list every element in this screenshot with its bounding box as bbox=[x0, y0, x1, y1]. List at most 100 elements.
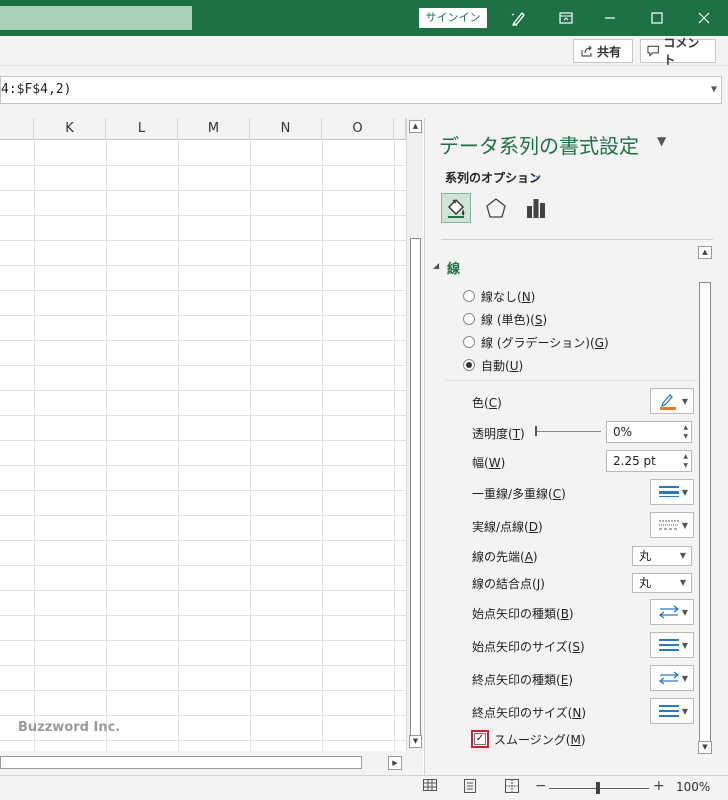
radio-gradient-line[interactable]: 線 (グラデーション)(G) bbox=[463, 333, 609, 351]
spin-arrows-icon[interactable]: ▲ ▼ bbox=[683, 423, 688, 441]
row-gridline bbox=[0, 640, 406, 641]
share-icon bbox=[581, 45, 592, 57]
pane-divider bbox=[441, 239, 713, 240]
fill-line-tab[interactable] bbox=[441, 193, 471, 223]
end-arrow-type-dropdown[interactable]: ▼ bbox=[650, 665, 694, 691]
page-layout-icon[interactable] bbox=[460, 779, 480, 797]
smoothing-checkbox[interactable]: ✓ bbox=[474, 733, 486, 745]
row-gridline bbox=[0, 740, 406, 741]
effects-tab[interactable] bbox=[481, 193, 511, 223]
scroll-up-icon[interactable]: ▲ bbox=[698, 246, 712, 259]
title-search-box[interactable] bbox=[0, 6, 192, 30]
column-header-m[interactable]: M bbox=[178, 118, 250, 140]
row-gridline bbox=[0, 190, 406, 191]
bar-chart-icon bbox=[527, 199, 545, 218]
line-color-picker[interactable]: ▼ bbox=[650, 388, 694, 414]
end-arrow-size-dropdown[interactable]: ▼ bbox=[650, 698, 694, 724]
transparency-input[interactable]: 0% ▲ ▼ bbox=[606, 421, 692, 443]
ribbon-display-icon[interactable] bbox=[546, 0, 586, 36]
column-header-n[interactable]: N bbox=[250, 118, 322, 140]
formula-input[interactable]: 4:$F$4,2) ▼ bbox=[0, 76, 722, 104]
share-button[interactable]: 共有 bbox=[573, 39, 633, 63]
maximize-icon[interactable] bbox=[637, 0, 677, 36]
series-options-dropdown[interactable]: 系列のオプション bbox=[445, 169, 541, 186]
pane-vertical-scrollbar[interactable]: ▲ ▼ bbox=[697, 246, 713, 756]
pane-title: データ系列の書式設定 bbox=[439, 134, 639, 158]
transparency-slider-track[interactable] bbox=[535, 431, 601, 432]
cap-type-select[interactable]: 丸 ▼ bbox=[632, 546, 692, 566]
column-header-l[interactable]: L bbox=[106, 118, 178, 140]
radio-button[interactable] bbox=[463, 336, 475, 348]
row-gridline bbox=[0, 315, 406, 316]
join-type-select[interactable]: 丸 ▼ bbox=[632, 573, 692, 593]
collapse-triangle-icon[interactable]: ◢ bbox=[433, 261, 439, 270]
row-gridline bbox=[0, 715, 406, 716]
format-data-series-pane: データ系列の書式設定 ▼ 系列のオプション ⌄ ◢ 線 線なし(N) 線 (単色… bbox=[424, 118, 728, 775]
radio-button[interactable] bbox=[463, 290, 475, 302]
radio-solid-line[interactable]: 線 (単色)(S) bbox=[463, 310, 547, 328]
begin-arrow-type-dropdown[interactable]: ▼ bbox=[650, 599, 694, 625]
pane-scroll-thumb[interactable] bbox=[699, 282, 711, 748]
arrow-type-icon bbox=[659, 671, 679, 685]
row-gridline bbox=[0, 690, 406, 691]
compound-type-dropdown[interactable]: ▼ bbox=[650, 479, 694, 505]
signin-button[interactable]: サインイン bbox=[419, 8, 487, 28]
zoom-slider-handle[interactable] bbox=[596, 782, 600, 794]
row-gridline bbox=[0, 490, 406, 491]
radio-automatic[interactable]: 自動(U) bbox=[463, 356, 523, 374]
column-header-partial-right[interactable] bbox=[394, 118, 406, 140]
begin-arrow-type-label: 始点矢印の種類(B) bbox=[472, 607, 574, 621]
zoom-out-button[interactable]: − bbox=[535, 778, 547, 794]
expand-formula-icon[interactable]: ▼ bbox=[711, 77, 717, 103]
begin-arrow-size-dropdown[interactable]: ▼ bbox=[650, 632, 694, 658]
pane-options-chevron-icon[interactable]: ▼ bbox=[657, 134, 666, 148]
scroll-up-icon[interactable]: ▲ bbox=[409, 120, 422, 133]
zoom-in-button[interactable]: + bbox=[653, 778, 665, 794]
ribbon-command-row: 共有 コメント bbox=[0, 36, 728, 67]
caret-down-icon: ▼ bbox=[681, 607, 688, 617]
row-gridline bbox=[0, 290, 406, 291]
pen-icon[interactable] bbox=[499, 0, 539, 36]
grid-vertical-scrollbar[interactable]: ▲ ▼ bbox=[406, 118, 423, 751]
series-options-tab[interactable] bbox=[521, 193, 551, 223]
radio-button-selected[interactable] bbox=[463, 359, 475, 371]
radio-button[interactable] bbox=[463, 313, 475, 325]
caret-down-icon: ▼ bbox=[681, 520, 688, 530]
normal-view-icon[interactable] bbox=[420, 779, 440, 797]
scroll-right-icon[interactable]: ▶ bbox=[388, 756, 402, 770]
row-gridline bbox=[0, 665, 406, 666]
line-section-title[interactable]: 線 bbox=[447, 258, 460, 277]
pentagon-icon bbox=[486, 198, 506, 218]
column-gridline bbox=[394, 140, 395, 751]
radio-label: 線なし(N) bbox=[481, 289, 536, 304]
scroll-thumb[interactable] bbox=[410, 238, 421, 738]
column-header-o[interactable]: O bbox=[322, 118, 394, 140]
row-gridline bbox=[0, 440, 406, 441]
transparency-slider-handle[interactable] bbox=[535, 426, 537, 436]
zoom-level[interactable]: 100% bbox=[676, 780, 710, 794]
dash-type-dropdown[interactable]: ▼ bbox=[650, 512, 694, 538]
column-header-partial[interactable] bbox=[0, 118, 34, 140]
scroll-down-icon[interactable]: ▼ bbox=[409, 735, 422, 748]
spin-arrows-icon[interactable]: ▲ ▼ bbox=[683, 452, 688, 470]
chevron-down-icon[interactable]: ⌄ bbox=[533, 168, 542, 181]
column-gridline bbox=[322, 140, 323, 751]
worksheet-grid[interactable]: K L M N O Buzzword Inc. bbox=[0, 118, 406, 751]
comment-button[interactable]: コメント bbox=[640, 36, 716, 67]
join-type-label: 線の結合点(J) bbox=[472, 577, 545, 591]
horizontal-scroll-thumb[interactable] bbox=[0, 756, 362, 769]
watermark-text: Buzzword Inc. bbox=[18, 720, 121, 735]
radio-no-line[interactable]: 線なし(N) bbox=[463, 287, 535, 305]
close-icon[interactable] bbox=[684, 0, 724, 36]
width-input[interactable]: 2.25 pt ▲ ▼ bbox=[606, 450, 692, 472]
page-break-preview-icon[interactable] bbox=[502, 779, 522, 797]
grid-horizontal-scrollbar[interactable]: ▶ bbox=[0, 751, 423, 775]
minimize-icon[interactable] bbox=[590, 0, 630, 36]
smoothing-option[interactable]: ✓ スムージング(M) bbox=[471, 730, 586, 748]
row-gridline bbox=[0, 215, 406, 216]
row-gridline bbox=[0, 365, 406, 366]
paint-bucket-icon bbox=[448, 199, 465, 218]
column-header-k[interactable]: K bbox=[34, 118, 106, 140]
row-gridline bbox=[0, 515, 406, 516]
scroll-down-icon[interactable]: ▼ bbox=[698, 741, 712, 754]
